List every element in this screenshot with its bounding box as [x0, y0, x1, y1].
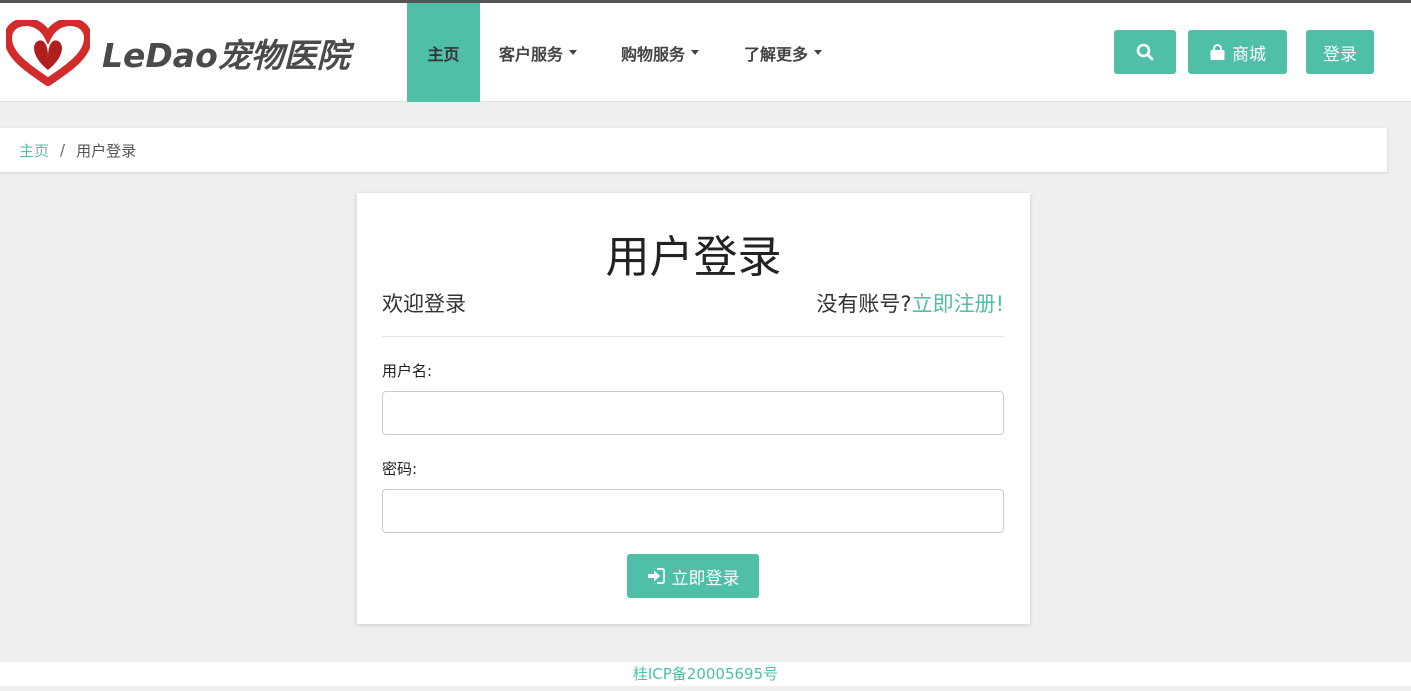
heart-ribbon-logo-icon [6, 20, 90, 86]
caret-down-icon [569, 50, 578, 55]
register-prompt: 没有账号?立即注册! [816, 288, 1004, 318]
brand-logo[interactable]: LeDao宠物医院 [6, 20, 381, 86]
login-title: 用户登录 [605, 232, 782, 283]
divider [382, 336, 1004, 337]
welcome-text: 欢迎登录 [382, 292, 466, 316]
brand-name: LeDao宠物医院 [102, 36, 350, 75]
shopping-bag-icon [1210, 43, 1225, 60]
caret-down-icon [814, 50, 823, 55]
breadcrumb-home-link[interactable]: 主页 [19, 140, 49, 161]
password-input[interactable] [382, 489, 1004, 533]
password-label: 密码: [382, 460, 418, 478]
login-nav-label: 登录 [1323, 44, 1357, 65]
nav-item-shopping-service[interactable]: 购物服务 [621, 3, 700, 102]
login-card: 用户登录 欢迎登录 没有账号?立即注册! 用户名: 密码: 立即登录 [357, 193, 1030, 624]
caret-down-icon [691, 50, 700, 55]
breadcrumb-current: 用户登录 [76, 141, 137, 160]
search-icon [1136, 43, 1154, 61]
footer: 桂ICP备20005695号 [0, 662, 1411, 686]
nav-item-customer-service[interactable]: 客户服务 [499, 3, 578, 102]
shop-button[interactable]: 商城 [1188, 30, 1287, 74]
breadcrumb: 主页 / 用户登录 [0, 128, 1387, 172]
nav-item-label: 客户服务 [499, 44, 564, 64]
nav-item-label: 主页 [427, 44, 460, 64]
login-nav-button[interactable]: 登录 [1306, 30, 1374, 74]
no-account-text: 没有账号? [816, 292, 912, 316]
breadcrumb-separator: / [60, 141, 66, 159]
navbar: LeDao宠物医院 主页 客户服务 购物服务 了解更多 商城 登录 [0, 3, 1411, 102]
nav-item-learn-more[interactable]: 了解更多 [744, 3, 823, 102]
login-submit-label: 立即登录 [671, 568, 740, 589]
login-submit-button[interactable]: 立即登录 [627, 554, 759, 598]
nav-item-home[interactable]: 主页 [407, 3, 480, 102]
sign-in-icon [647, 568, 665, 584]
username-label: 用户名: [382, 362, 433, 380]
search-button[interactable] [1114, 30, 1176, 74]
nav-item-label: 购物服务 [621, 44, 686, 64]
shop-button-label: 商城 [1232, 44, 1266, 65]
username-input[interactable] [382, 391, 1004, 435]
nav-item-label: 了解更多 [744, 44, 809, 64]
register-link[interactable]: 立即注册! [912, 292, 1004, 316]
icp-link[interactable]: 桂ICP备20005695号 [633, 665, 778, 683]
